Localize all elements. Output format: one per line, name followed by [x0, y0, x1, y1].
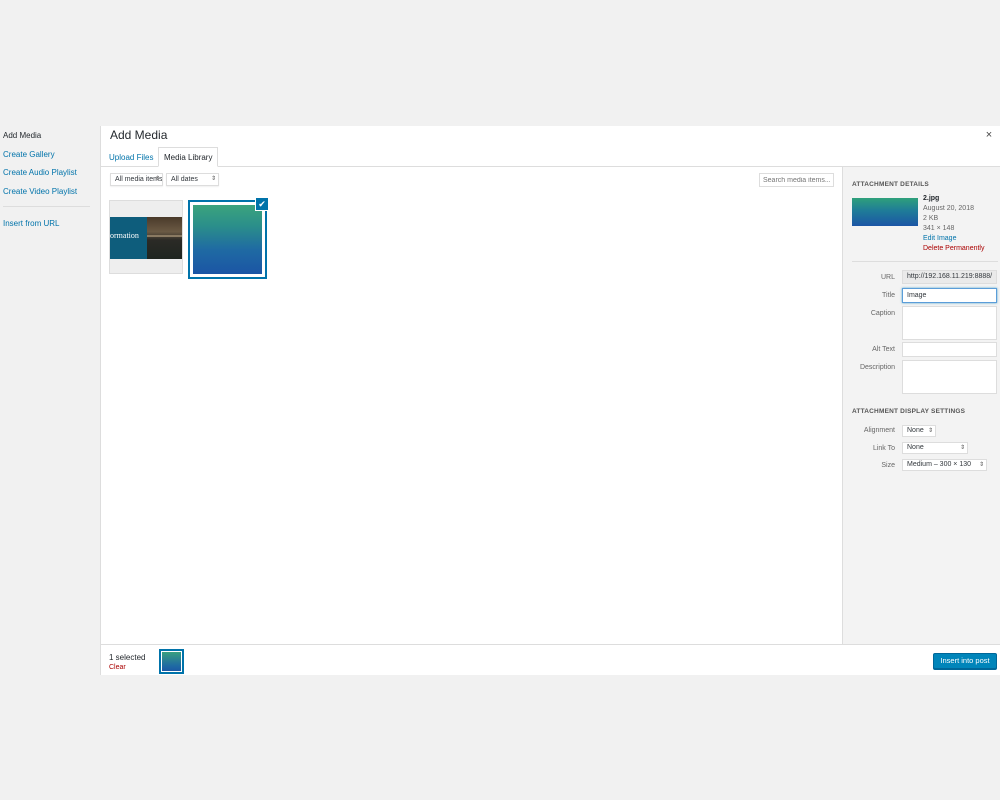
- date-filter-value: All dates: [171, 176, 198, 183]
- file-size: 2 KB: [923, 215, 939, 222]
- menu-item-create-audio-playlist[interactable]: Create Audio Playlist: [3, 168, 77, 177]
- media-menu: Add Media Create Gallery Create Audio Pl…: [0, 126, 101, 675]
- select-arrows-icon: ⇕: [978, 462, 984, 468]
- thumbnail-image: [193, 205, 262, 274]
- caption-textarea[interactable]: [902, 306, 997, 340]
- menu-item-create-gallery[interactable]: Create Gallery: [3, 150, 55, 159]
- thumbnail-image-text: ormation: [110, 231, 139, 240]
- selected-thumbnail[interactable]: [159, 649, 184, 674]
- link-to-select[interactable]: None ⇕: [902, 442, 968, 454]
- alignment-select[interactable]: None ⇕: [902, 425, 936, 437]
- select-arrows-icon: ⇕: [927, 428, 933, 434]
- alignment-label: Alignment: [863, 427, 895, 434]
- link-to-label: Link To: [872, 445, 895, 452]
- insert-into-post-button[interactable]: Insert into post: [933, 653, 997, 669]
- title-label: Title: [882, 292, 895, 299]
- select-arrows-icon: ⇕: [210, 176, 216, 182]
- details-separator: [852, 261, 998, 262]
- attachment-thumbnail[interactable]: ormation: [109, 200, 183, 274]
- select-arrows-icon: ⇕: [154, 176, 160, 182]
- description-textarea[interactable]: [902, 360, 997, 394]
- tab-upload-files[interactable]: Upload Files: [104, 148, 158, 167]
- tab-media-library[interactable]: Media Library: [158, 147, 219, 167]
- url-label: URL: [880, 274, 895, 281]
- modal-title: Add Media: [110, 128, 168, 142]
- attachment-details-sidebar: ATTACHMENT DETAILS 2.jpg August 20, 2018…: [842, 167, 1000, 644]
- upload-date: August 20, 2018: [923, 205, 974, 212]
- size-select[interactable]: Medium – 300 × 130 ⇕: [902, 459, 987, 471]
- size-value: Medium – 300 × 130: [907, 461, 972, 468]
- alignment-value: None: [907, 427, 924, 434]
- dimensions: 341 × 148: [923, 225, 955, 232]
- delete-permanently-link[interactable]: Delete Permanently: [923, 245, 984, 252]
- select-arrows-icon: ⇕: [959, 445, 965, 451]
- url-field[interactable]: http://192.168.11.219:8888/: [902, 270, 997, 284]
- display-settings-heading: ATTACHMENT DISPLAY SETTINGS: [852, 408, 966, 415]
- filename: 2.jpg: [923, 195, 940, 202]
- edit-image-link[interactable]: Edit Image: [923, 235, 956, 242]
- selection-toolbar: 1 selected Clear Insert into post: [101, 644, 1000, 675]
- attachment-details-heading: ATTACHMENT DETAILS: [852, 181, 929, 188]
- media-type-filter[interactable]: All media items ⇕: [110, 173, 163, 186]
- link-to-value: None: [907, 444, 924, 451]
- menu-separator: [3, 206, 90, 207]
- close-icon[interactable]: ×: [983, 128, 995, 142]
- description-label: Description: [859, 364, 895, 371]
- alt-text-field[interactable]: [902, 342, 997, 357]
- alt-text-label: Alt Text: [872, 346, 895, 353]
- check-icon[interactable]: ✔: [255, 197, 269, 211]
- clear-selection-link[interactable]: Clear: [109, 664, 126, 671]
- media-modal: Add Media Create Gallery Create Audio Pl…: [0, 126, 1000, 675]
- caption-label: Caption: [870, 310, 895, 317]
- search-input[interactable]: [759, 173, 834, 187]
- attachment-thumbnail-selected[interactable]: ✔: [188, 197, 269, 279]
- title-field[interactable]: Image: [902, 288, 997, 303]
- size-label: Size: [881, 462, 895, 469]
- menu-item-add-media[interactable]: Add Media: [3, 131, 41, 140]
- date-filter[interactable]: All dates ⇕: [166, 173, 219, 186]
- details-thumbnail: [852, 198, 918, 226]
- menu-item-create-video-playlist[interactable]: Create Video Playlist: [3, 187, 77, 196]
- selection-count: 1 selected: [109, 653, 146, 662]
- menu-item-insert-from-url[interactable]: Insert from URL: [3, 219, 59, 228]
- thumbnail-image-right: [147, 217, 182, 259]
